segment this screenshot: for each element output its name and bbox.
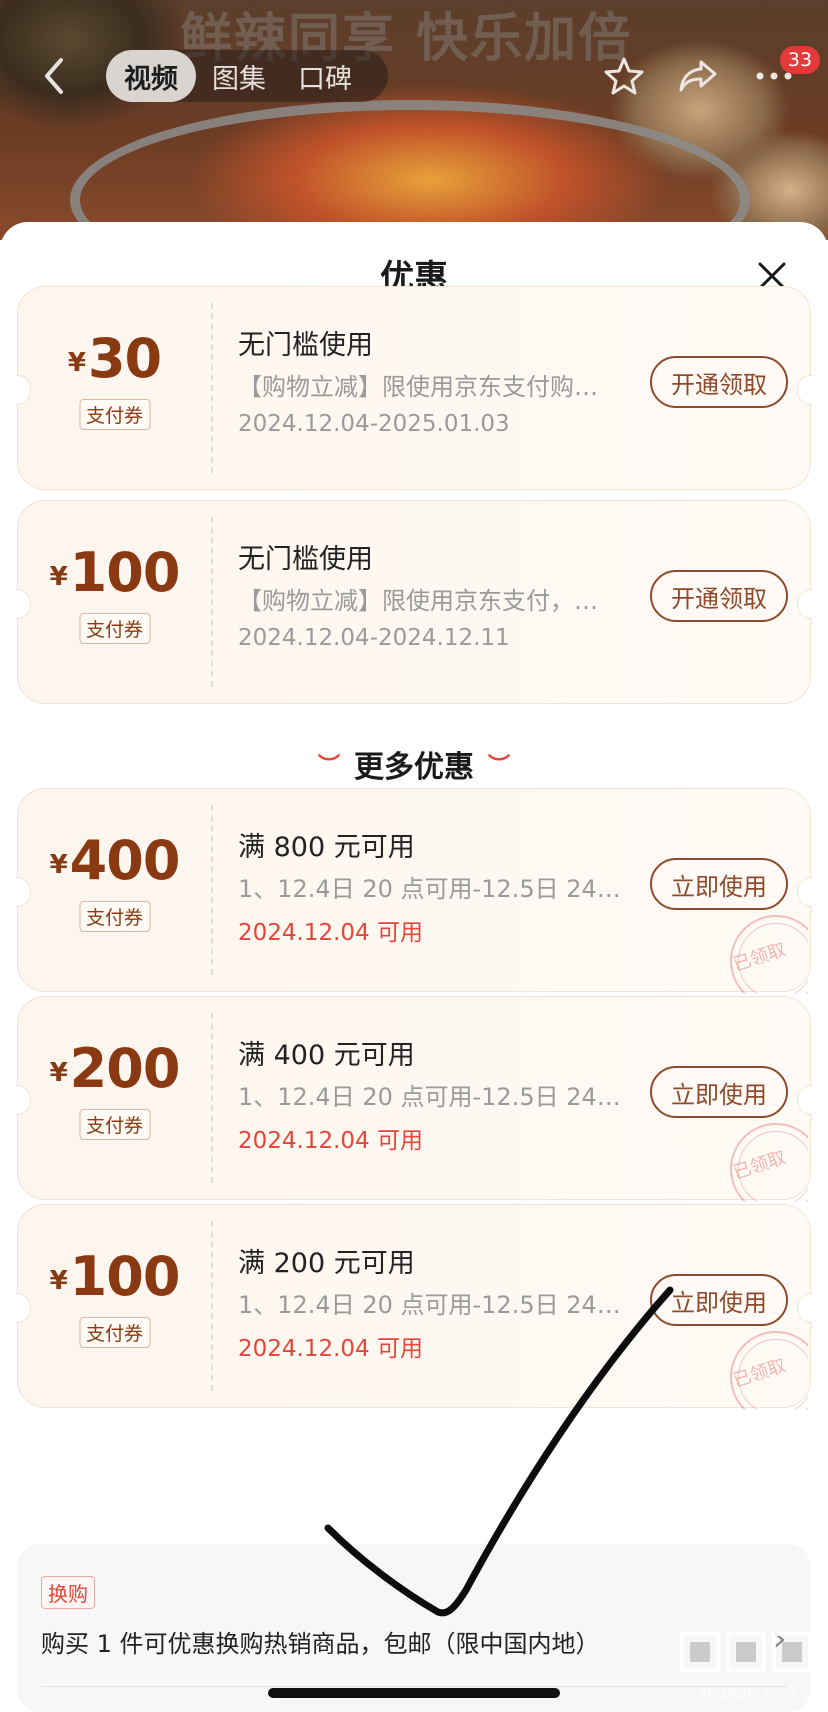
share-button[interactable] <box>676 54 720 98</box>
coupon-card: ¥400 支付券 满 800 元可用 1、12.4日 20 点可用-12.5日 … <box>16 788 812 993</box>
chevron-down-icon: ︶ <box>488 754 511 779</box>
claim-button[interactable]: 开通领取 <box>650 356 788 408</box>
more-offers-label: 更多优惠 <box>354 750 474 785</box>
coupon-validity: 2024.12.04 可用 <box>238 920 423 946</box>
coupon-description: 【购物立减】限使用京东支付，… <box>238 587 598 615</box>
coupon-amount: ¥200 <box>49 1037 181 1100</box>
coupon-type-tag: 支付券 <box>78 901 151 932</box>
coupon-validity: 2024.12.04-2024.12.11 <box>238 625 510 651</box>
trade-in-tag: 换购 <box>41 1576 95 1609</box>
coupon-title: 无门槛使用 <box>238 330 373 361</box>
back-icon <box>45 58 63 94</box>
share-icon <box>679 60 717 92</box>
star-icon <box>604 57 644 95</box>
home-indicator <box>268 1688 560 1698</box>
coupon-type-tag: 支付券 <box>78 613 151 644</box>
chevron-down-icon: ︶ <box>317 754 340 779</box>
coupon-amount: ¥400 <box>49 829 181 892</box>
coupon-title: 无门槛使用 <box>238 544 373 575</box>
coupon-title: 满 400 元可用 <box>238 1040 415 1071</box>
tab-gallery[interactable]: 图集 <box>196 50 282 102</box>
coupon-sheet: 优惠 ¥30 支付券 无门槛使用 【购物立减】限使用京东支付购… 2024.12… <box>0 222 828 1712</box>
media-tabs: 视频 图集 口碑 <box>106 50 388 102</box>
tab-video[interactable]: 视频 <box>106 50 196 102</box>
coupon-description: 1、12.4日 20 点可用-12.5日 24 … <box>238 875 628 903</box>
tab-reviews[interactable]: 口碑 <box>282 50 368 102</box>
coupon-amount: ¥30 <box>67 327 162 390</box>
trade-in-text: 购买 1 件可优惠换购热销商品，包邮（限中国内地） <box>41 1630 600 1658</box>
favorite-button[interactable] <box>602 54 646 98</box>
coupon-description: 【购物立减】限使用京东支付购… <box>238 373 598 401</box>
notification-badge: 33 <box>780 46 820 74</box>
coupon-amount: ¥100 <box>49 541 181 604</box>
coupon-type-tag: 支付券 <box>78 1109 151 1140</box>
trade-in-offer[interactable]: 换购 购买 1 件可优惠换购热销商品，包邮（限中国内地） <box>17 1544 811 1712</box>
coupon-card: ¥100 支付券 满 200 元可用 1、12.4日 20 点可用-12.5日 … <box>16 1204 812 1409</box>
coupon-type-tag: 支付券 <box>78 1317 151 1348</box>
product-hero-image: 鲜辣同享 快乐加倍 视频 图集 口碑 33 <box>0 0 828 240</box>
more-offers-heading: ︶ 更多优惠 ︶ <box>0 742 828 786</box>
coupon-card: ¥200 支付券 满 400 元可用 1、12.4日 20 点可用-12.5日 … <box>16 996 812 1201</box>
coupon-validity: 2024.12.04-2025.01.03 <box>238 411 510 437</box>
claimed-stamp: 已领取 <box>716 901 808 993</box>
back-button[interactable] <box>34 56 74 96</box>
chevron-right-icon <box>773 1631 785 1649</box>
coupon-description: 1、12.4日 20 点可用-12.5日 24 … <box>238 1291 628 1319</box>
claim-button[interactable]: 开通领取 <box>650 570 788 622</box>
coupon-type-tag: 支付券 <box>78 399 151 430</box>
coupon-description: 1、12.4日 20 点可用-12.5日 24 … <box>238 1083 628 1111</box>
coupon-validity: 2024.12.04 可用 <box>238 1336 423 1362</box>
claimed-stamp: 已领取 <box>716 1109 808 1201</box>
coupon-validity: 2024.12.04 可用 <box>238 1128 423 1154</box>
claimed-stamp: 已领取 <box>716 1317 808 1409</box>
hotpot-rim <box>70 100 750 240</box>
coupon-amount: ¥100 <box>49 1245 181 1308</box>
coupon-title: 满 800 元可用 <box>238 832 415 863</box>
coupon-card: ¥100 支付券 无门槛使用 【购物立减】限使用京东支付，… 2024.12.0… <box>16 500 812 704</box>
coupon-card: ¥30 支付券 无门槛使用 【购物立减】限使用京东支付购… 2024.12.04… <box>16 286 812 490</box>
coupon-title: 满 200 元可用 <box>238 1248 415 1279</box>
